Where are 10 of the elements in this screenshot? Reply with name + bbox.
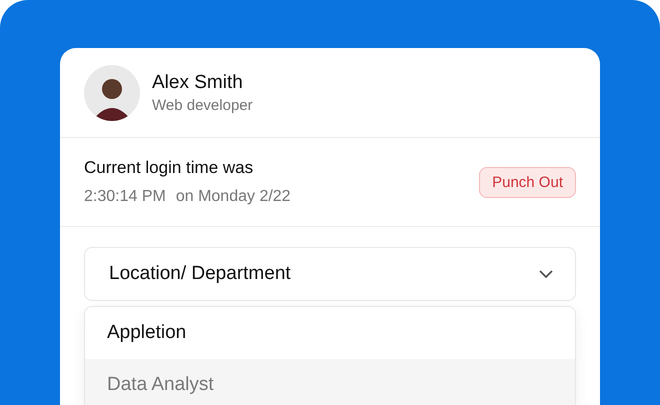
dropdown-option[interactable]: Appletion [85,307,575,359]
user-name: Alex Smith [152,72,244,94]
location-select[interactable]: Location/ Department [84,247,576,301]
chevron-icon [539,270,553,278]
user-role: Web developer [152,96,253,114]
dropdown-option[interactable]: Data Analyst [85,359,575,405]
login-label: Current login time was [84,158,254,178]
login-date: on Monday 2/22 [176,188,291,206]
punch-out-button[interactable]: Punch Out [479,166,576,198]
login-time: 2:30:14 PM [84,188,166,206]
